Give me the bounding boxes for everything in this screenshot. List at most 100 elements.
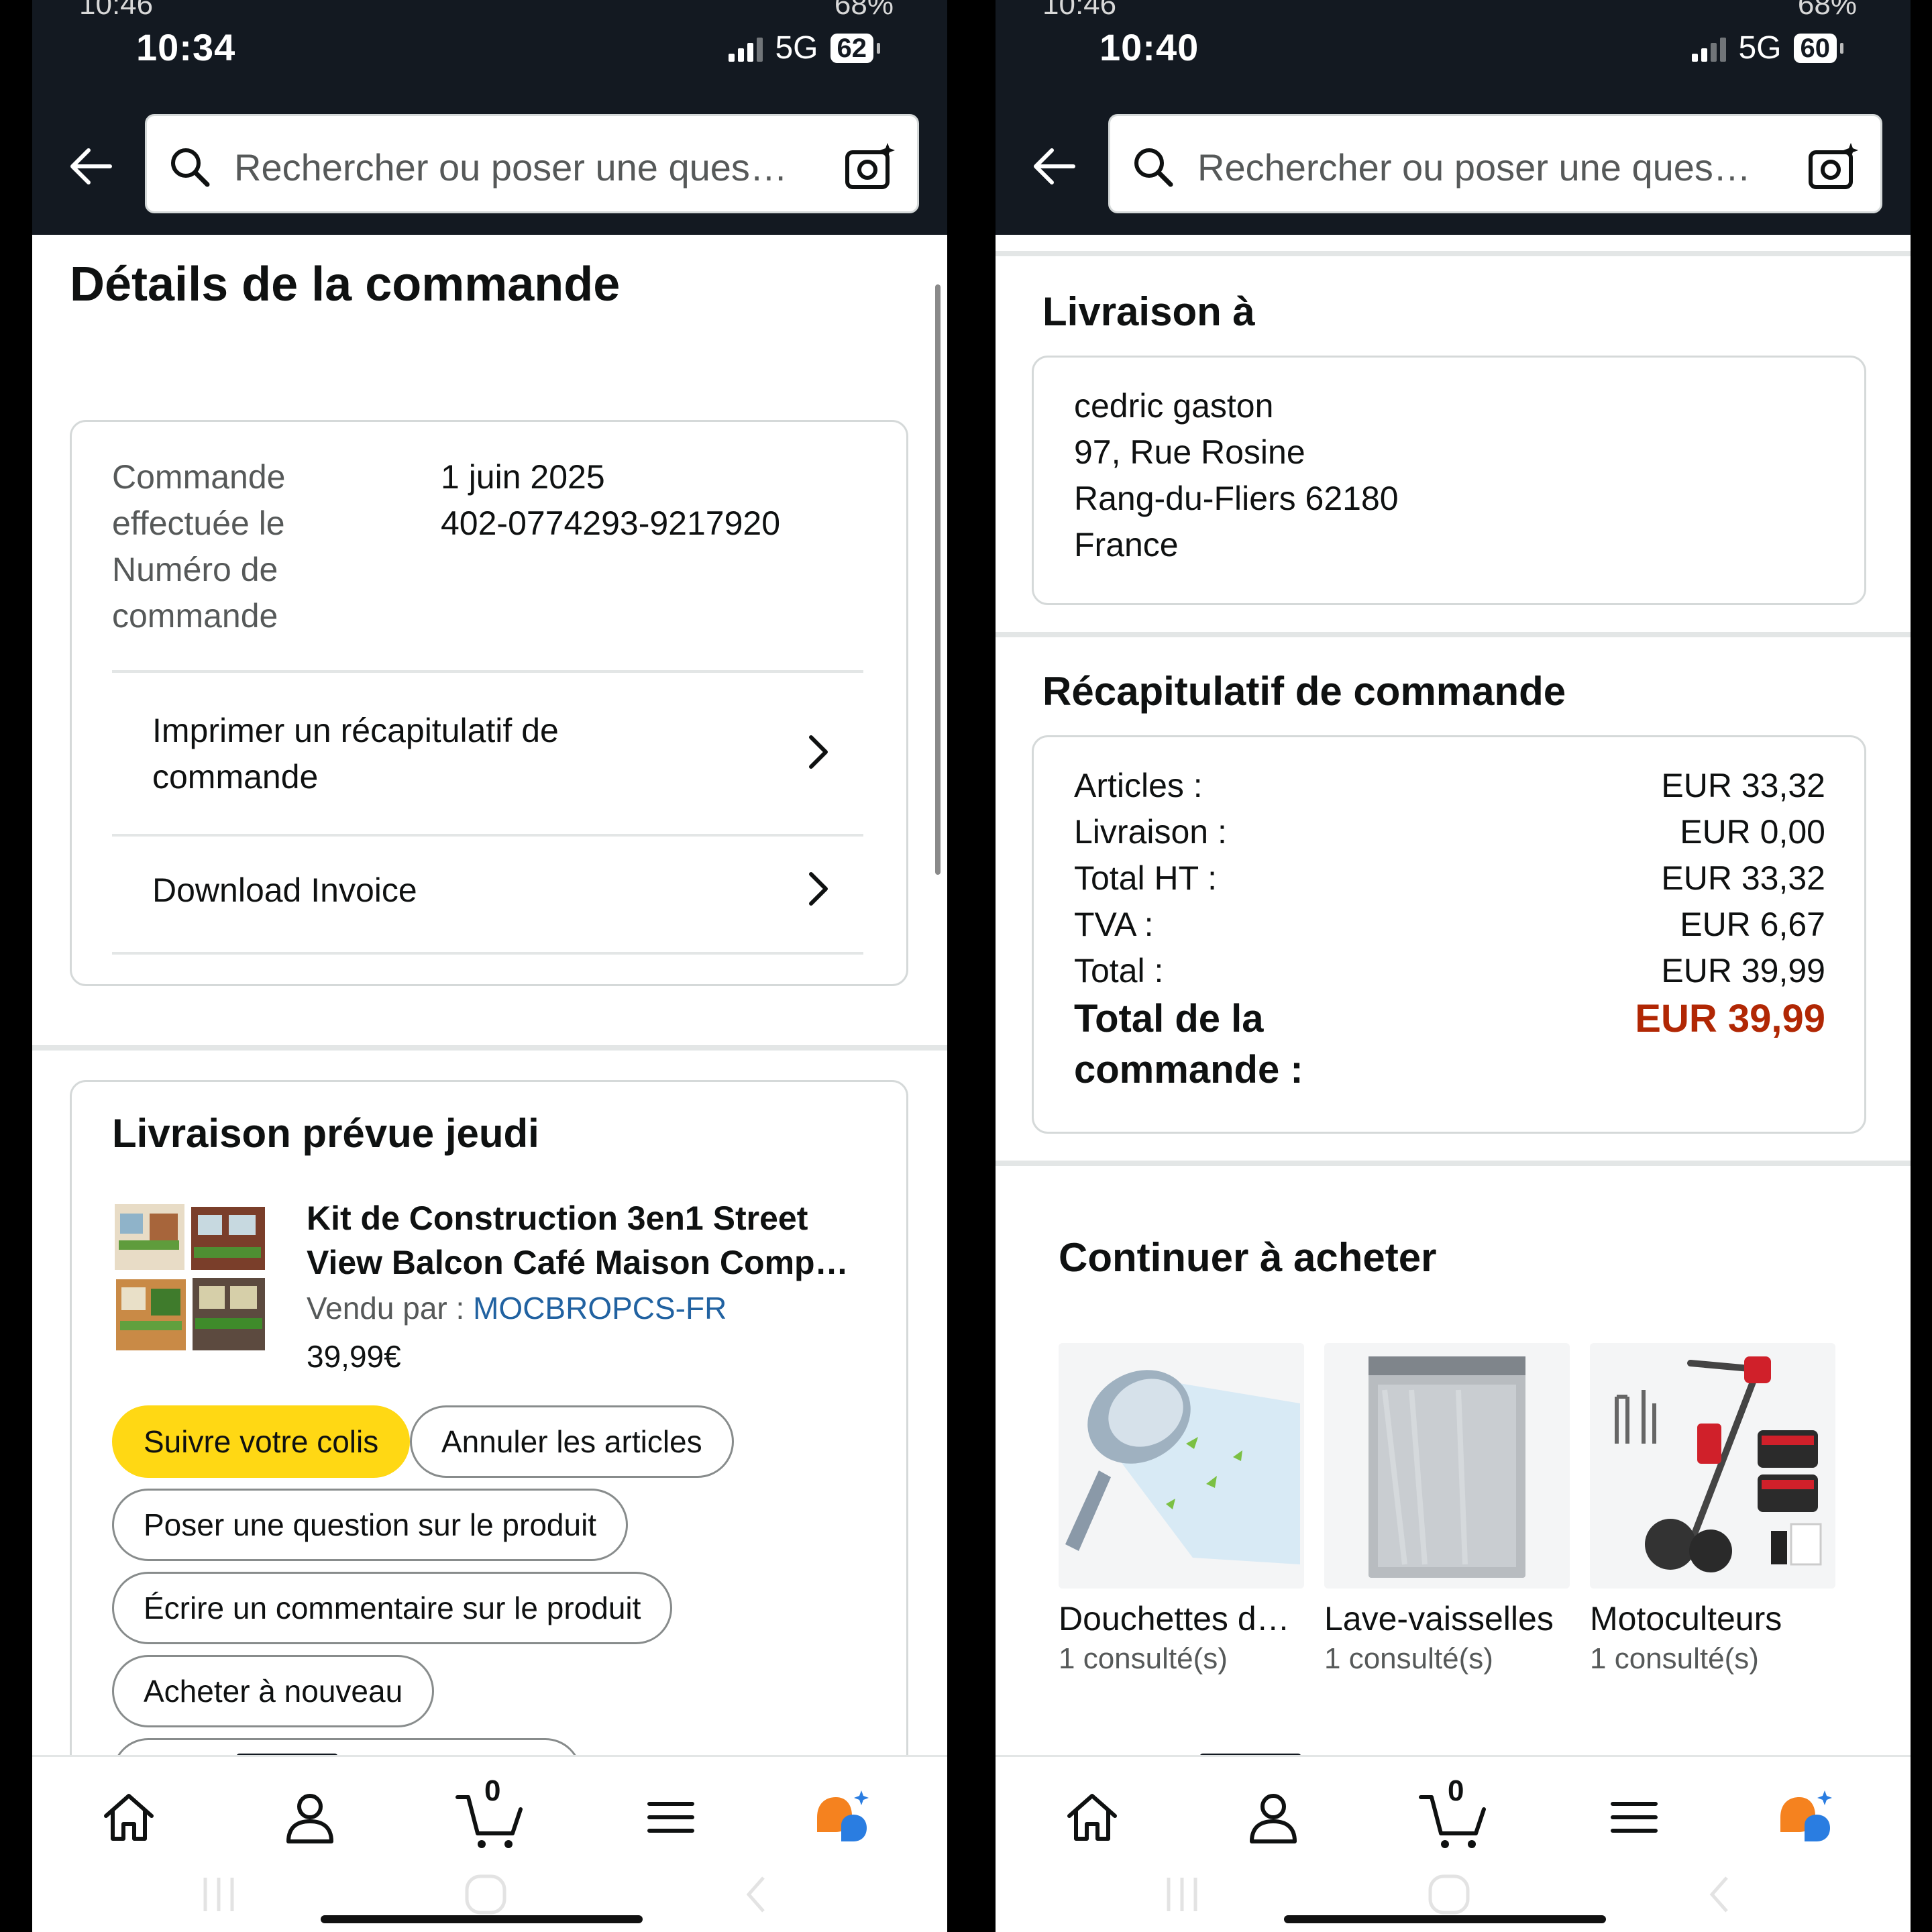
camera-search-icon[interactable]: [1807, 140, 1860, 194]
account-icon[interactable]: [278, 1785, 342, 1849]
phone-screen-left: 10:46 68% 10:34 5G 62 Rechercher ou pose…: [8, 0, 970, 1932]
write-review-button[interactable]: Écrire un commentaire sur le produit: [112, 1572, 673, 1644]
recent-apps-icon[interactable]: [1155, 1871, 1209, 1918]
delivery-heading: Livraison prévue jeudi: [112, 1111, 539, 1156]
seller-link[interactable]: MOCBROPCS-FR: [473, 1291, 727, 1326]
product-title-link[interactable]: Kit de Construction 3en1 Street View Bal…: [307, 1196, 857, 1285]
network-type: 5G: [1738, 30, 1782, 66]
cart-tab[interactable]: 0: [455, 1774, 529, 1851]
ask-question-button[interactable]: Poser une question sur le produit: [112, 1489, 629, 1561]
home-indicator: [321, 1915, 643, 1923]
bottom-tab-bar: 0: [32, 1755, 947, 1932]
status-ghost-battery: 68%: [1797, 0, 1857, 21]
order-number-label: Numéro de commande: [112, 551, 278, 635]
summary-label: Total :: [1074, 952, 1164, 989]
product-title-line: View Balcon Café Maison Comp…: [307, 1244, 849, 1281]
more-actions-button[interactable]: [112, 1738, 582, 1755]
summary-label: Livraison :: [1074, 813, 1227, 851]
status-ghost-time: 10:46: [79, 0, 154, 21]
tile-viewed-count: 1 consulté(s): [1324, 1642, 1493, 1675]
page-title: Détails de la commande: [70, 258, 621, 311]
search-input[interactable]: Rechercher ou poser une ques…: [1197, 146, 1788, 189]
continue-tile[interactable]: Lave-vaisselles 1 consulté(s): [1324, 1343, 1570, 1676]
summary-heading: Récapitulatif de commande: [1042, 669, 1566, 714]
tile-name: Lave-vaisselles: [1324, 1600, 1554, 1638]
grand-total-label: Total de la commande :: [1074, 997, 1303, 1091]
track-package-button[interactable]: Suivre votre colis: [112, 1405, 411, 1478]
delivery-card: Livraison prévue jeudi Kit de Constructi…: [70, 1080, 908, 1755]
scrollbar[interactable]: [935, 284, 941, 875]
rufus-assistant-icon[interactable]: [1774, 1785, 1838, 1849]
continue-shopping-heading: Continuer à acheter: [1059, 1235, 1437, 1280]
order-details-content: Détails de la commande Commande effectué…: [32, 235, 947, 1755]
summary-label: Total HT :: [1074, 859, 1218, 897]
bottom-tab-bar: 0: [996, 1755, 1911, 1932]
sold-by-label: Vendu par :: [307, 1291, 474, 1326]
tile-name: Motoculteurs: [1590, 1600, 1782, 1638]
tile-viewed-count: 1 consulté(s): [1059, 1642, 1228, 1675]
cart-count: 0: [1448, 1774, 1464, 1807]
phone-screen-right: 10:46 68% 10:40 5G 60 Rechercher ou pose…: [971, 0, 1932, 1932]
account-icon[interactable]: [1241, 1785, 1305, 1849]
home-button-icon[interactable]: [1422, 1871, 1476, 1918]
back-arrow-icon[interactable]: [63, 140, 117, 193]
camera-search-icon[interactable]: [843, 140, 897, 194]
search-bar[interactable]: Rechercher ou poser une ques…: [1108, 114, 1882, 213]
back-arrow-icon[interactable]: [1026, 140, 1080, 193]
address-street: 97, Rue Rosine: [1074, 433, 1305, 471]
battery-icon: 62: [830, 33, 880, 63]
dishwasher-image: [1324, 1343, 1570, 1589]
print-summary-link[interactable]: Imprimer un récapitulatif de commande: [112, 708, 863, 800]
product-image[interactable]: [112, 1200, 269, 1354]
status-bar: 10:46 68% 10:40 5G 60: [996, 0, 1911, 87]
back-nav-icon[interactable]: [1693, 1871, 1747, 1918]
order-info-card: Commande effectuée le Numéro de commande…: [70, 420, 908, 986]
menu-icon[interactable]: [1602, 1785, 1666, 1849]
network-type: 5G: [775, 30, 818, 66]
home-icon[interactable]: [97, 1785, 161, 1849]
tile-name: Douchettes d…: [1059, 1600, 1290, 1638]
summary-value: EUR 33,32: [1661, 767, 1825, 804]
app-header: Rechercher ou poser une ques…: [996, 87, 1911, 235]
chevron-right-icon: [809, 735, 828, 769]
order-number-value: 402-0774293-9217920: [441, 504, 781, 542]
summary-label: Articles :: [1074, 767, 1203, 804]
search-bar[interactable]: Rechercher ou poser une ques…: [145, 114, 919, 213]
order-details-content: Livraison à cedric gaston 97, Rue Rosine…: [996, 235, 1911, 1755]
order-summary-card: Articles : EUR 33,32 Livraison : EUR 0,00 …: [1032, 735, 1866, 1134]
menu-icon[interactable]: [639, 1785, 703, 1849]
section-separator: [32, 1045, 947, 1051]
summary-label: TVA :: [1074, 906, 1154, 943]
continue-tile[interactable]: Motoculteurs 1 consulté(s): [1590, 1343, 1835, 1676]
status-ghost-battery: 68%: [834, 0, 894, 21]
sold-by: Vendu par : MOCBROPCS-FR: [307, 1290, 727, 1326]
buy-again-button[interactable]: Acheter à nouveau: [112, 1655, 435, 1727]
shipping-address-card: cedric gaston 97, Rue Rosine Rang-du-Fli…: [1032, 356, 1866, 605]
cart-count: 0: [484, 1774, 501, 1807]
cart-tab[interactable]: 0: [1418, 1774, 1492, 1851]
print-summary-label: Imprimer un récapitulatif de commande: [152, 712, 559, 796]
summary-value: EUR 6,67: [1680, 906, 1825, 943]
download-invoice-link[interactable]: Download Invoice: [112, 867, 863, 914]
continue-tile[interactable]: Douchettes d… 1 consulté(s): [1059, 1343, 1304, 1676]
home-button-icon[interactable]: [459, 1871, 513, 1918]
app-header: Rechercher ou poser une ques…: [32, 87, 947, 235]
search-input[interactable]: Rechercher ou poser une ques…: [234, 146, 824, 189]
section-separator: [996, 1161, 1911, 1166]
home-indicator: [1284, 1915, 1606, 1923]
signal-icon: [729, 35, 763, 62]
grand-total-value: EUR 39,99: [1635, 997, 1825, 1040]
order-date-label: Commande effectuée le: [112, 458, 286, 542]
chevron-right-icon: [809, 872, 828, 906]
rufus-assistant-icon[interactable]: [810, 1785, 875, 1849]
download-invoice-label: Download Invoice: [152, 871, 417, 909]
cancel-items-button[interactable]: Annuler les articles: [410, 1405, 734, 1478]
product-price: 39,99€: [307, 1339, 401, 1374]
tile-viewed-count: 1 consulté(s): [1590, 1642, 1759, 1675]
battery-icon: 60: [1793, 33, 1843, 63]
back-nav-icon[interactable]: [730, 1871, 784, 1918]
status-bar: 10:46 68% 10:34 5G 62: [32, 0, 947, 87]
home-icon[interactable]: [1060, 1785, 1124, 1849]
recent-apps-icon[interactable]: [192, 1871, 246, 1918]
address-name: cedric gaston: [1074, 387, 1274, 425]
